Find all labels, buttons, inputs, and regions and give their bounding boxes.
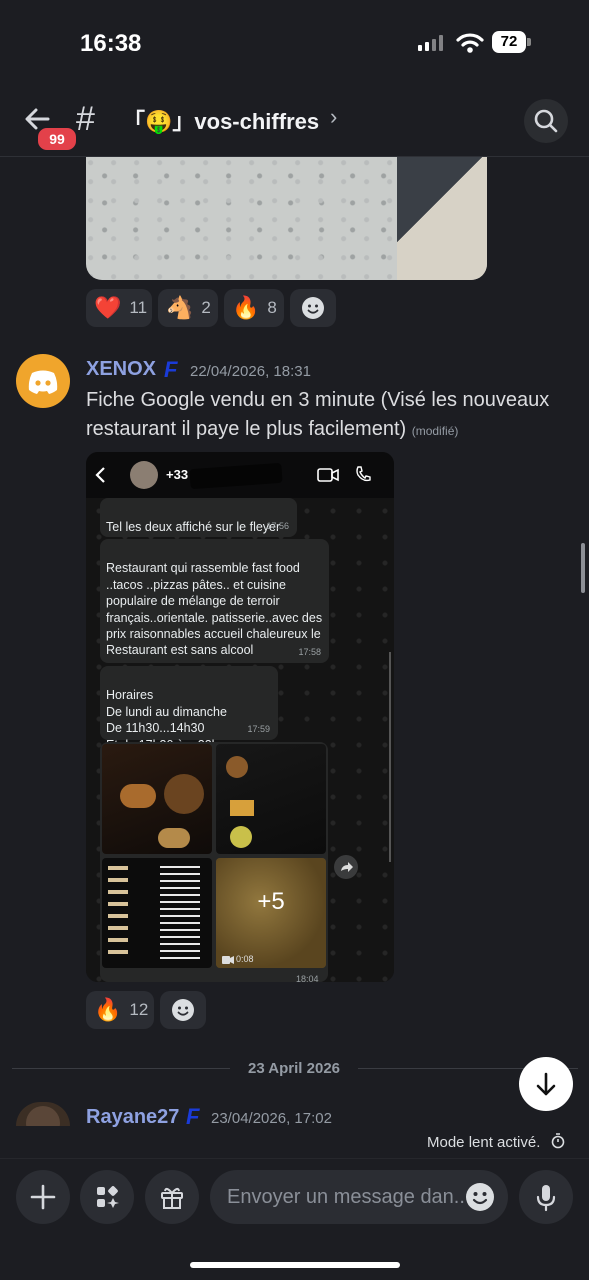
wa-scrollbar [389,652,391,862]
reaction-count: 12 [129,1000,149,1019]
forward-icon [341,862,353,872]
image-attachment[interactable]: +33 Tel les deux affiché sur le fleyer 1… [86,452,394,982]
contact-number: +33 [166,467,189,482]
chat-bubble: Restaurant qui rassemble fast food ..tac… [100,539,329,663]
album-more-count: +5 [257,888,285,915]
apps-icon [97,1186,119,1208]
battery-indicator: 72 [492,31,526,53]
reaction-fire[interactable]: 🔥 8 [224,289,284,327]
composer-divider [0,1158,589,1159]
add-attachment-button[interactable] [16,1170,70,1224]
search-button[interactable] [524,99,568,143]
add-reaction-button[interactable] [160,991,206,1029]
unread-badge: 99 [36,126,78,152]
gift-button[interactable] [145,1170,199,1224]
video-call-icon [317,468,339,482]
add-reaction-button[interactable] [290,289,336,327]
home-indicator[interactable] [190,1262,400,1268]
fire-emoji: 🔥 [94,997,122,1022]
menu-photo [102,744,212,854]
whatsapp-header: +33 [86,452,394,498]
bubble-text: Restaurant qui rassemble fast food ..tac… [106,561,323,658]
bubble-time: 17:59 [247,723,270,734]
contact-avatar [130,461,158,489]
smiley-icon [466,1183,494,1211]
emoji-button[interactable] [465,1182,495,1212]
back-chevron-icon [95,467,105,483]
reaction-count: 2 [201,298,211,317]
image-content [397,157,487,280]
bubble-time: 17:56 [266,520,289,531]
search-icon [534,109,558,133]
arrow-down-icon [536,1072,556,1096]
message-text: Fiche Google vendu en 3 minute (Visé les… [86,386,566,446]
slowmode-text: Mode lent activé. [427,1134,541,1151]
reaction-fire[interactable]: 🔥 12 [86,991,154,1029]
date-divider-line [12,1068,230,1069]
avatar[interactable] [16,1102,70,1126]
date-separator: 23 April 2026 [248,1060,340,1077]
bubble-text: Tel les deux affiché sur le fleyer [106,520,281,535]
slowmode-notice: Mode lent activé. [427,1133,565,1151]
discord-logo-icon [28,370,58,394]
channel-hash-icon: # [76,100,95,138]
jump-to-bottom-button[interactable] [519,1057,573,1111]
message-body: Fiche Google vendu en 3 minute (Visé les… [86,389,550,440]
status-time: 16:38 [80,30,142,57]
edited-label: (modifié) [411,424,459,438]
cellular-signal-icon [418,35,446,51]
channel-name[interactable]: 「🤑」vos-chiffres [123,104,319,136]
video-thumbnail: +5 0:08 [216,858,326,968]
avatar[interactable] [16,354,70,408]
smiley-icon [302,297,324,319]
wifi-icon [456,33,484,53]
stopwatch-icon [551,1133,564,1149]
message-input-placeholder: Envoyer un message dan.. [227,1185,465,1208]
bubble-time: 17:58 [298,646,321,657]
voice-message-button[interactable] [519,1170,573,1224]
message-input[interactable]: Envoyer un message dan.. [210,1170,508,1224]
fire-emoji: 🔥 [232,295,260,320]
video-duration: 0:08 [236,954,254,964]
reaction-heart[interactable]: ❤️ 11 [86,289,152,327]
message-username[interactable]: Rayane27 [86,1106,179,1129]
chat-bubble: Horaires De lundi au dimanche De 11h30..… [100,666,278,752]
chat-scrollbar[interactable] [581,543,585,593]
smiley-icon [172,999,194,1021]
redaction-scribble [189,462,283,490]
reaction-horse[interactable]: 🐴 2 [158,289,218,327]
chevron-right-icon[interactable]: › [330,104,337,130]
reaction-count: 11 [129,298,148,317]
previous-image-attachment[interactable] [86,157,487,280]
chat-bubble: Tel les deux affiché sur le fleyer 17:56 [100,498,297,537]
microphone-icon [536,1185,556,1212]
gift-icon [161,1187,183,1209]
album-time: 18:04 [296,974,319,982]
apps-button[interactable] [80,1170,134,1224]
horse-emoji: 🐴 [166,295,194,320]
media-album: +5 0:08 18:04 [100,742,328,982]
video-icon [222,956,234,964]
forward-button [334,855,358,879]
message-timestamp: 22/04/2026, 18:31 [190,363,311,380]
battery-cap-icon [527,38,531,46]
menu-photo [102,858,212,968]
plus-icon [30,1184,56,1210]
message-username[interactable]: XENOX [86,358,156,381]
user-flair: F [186,1104,200,1129]
reaction-count: 8 [267,298,277,317]
menu-photo [216,744,326,854]
message-timestamp: 23/04/2026, 17:02 [211,1110,332,1127]
phone-icon [356,466,371,482]
heart-emoji: ❤️ [94,295,122,320]
user-flair: F [164,357,178,382]
